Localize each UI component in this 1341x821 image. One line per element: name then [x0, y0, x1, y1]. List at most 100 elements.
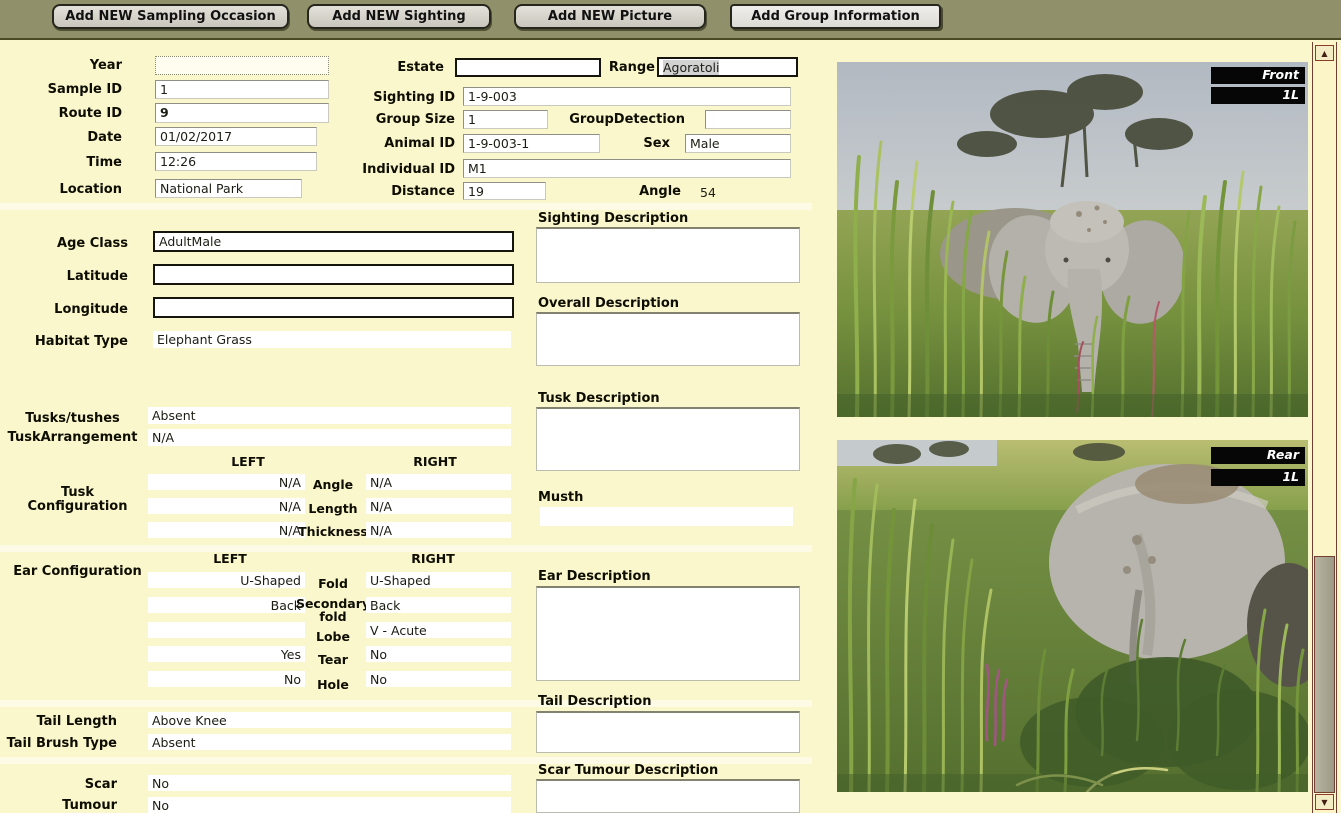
sighting-id-field[interactable]: 1-9-003 [463, 87, 791, 106]
group-detection-field[interactable] [705, 110, 791, 129]
year-field[interactable] [155, 56, 329, 75]
tusk-arrangement-label: TuskArrangement [0, 431, 145, 445]
ear-hole-label: Hole [302, 677, 364, 692]
musth-label: Musth [538, 491, 800, 505]
ear-right-header: RIGHT [403, 551, 463, 566]
latitude-field[interactable] [153, 264, 514, 285]
longitude-label: Longitude [20, 303, 128, 317]
ear-hole-left-field[interactable]: No [148, 671, 305, 687]
tusks-tushes-field[interactable]: Absent [148, 407, 511, 424]
scroll-down-button[interactable]: ▼ [1315, 794, 1334, 810]
range-field[interactable]: Agoratoli [657, 57, 798, 77]
tusk-length-label: Length [302, 501, 364, 516]
tusk-thickness-left-field[interactable]: N/A [148, 522, 305, 538]
sex-label: Sex [600, 137, 670, 151]
musth-field[interactable] [540, 507, 793, 526]
animal-id-field[interactable]: 1-9-003-1 [463, 134, 600, 153]
tail-brush-type-label: Tail Brush Type [0, 737, 117, 751]
add-group-information-button[interactable]: Add Group Information [730, 4, 941, 29]
ear-lobe-label: Lobe [302, 629, 364, 644]
ear-fold-label: Fold [302, 576, 364, 591]
tusk-description-field[interactable] [536, 407, 800, 471]
bottom-strip [0, 813, 1341, 821]
ear-secondary-fold-right-field[interactable]: Back [366, 597, 511, 613]
ear-tear-right-field[interactable]: No [366, 646, 511, 662]
scroll-up-icon: ▲ [1321, 49, 1327, 58]
habitat-type-label: Habitat Type [20, 335, 128, 349]
scroll-thumb[interactable] [1314, 556, 1335, 793]
ear-lobe-right-field[interactable]: V - Acute [366, 622, 511, 638]
tumour-field[interactable]: No [148, 797, 511, 813]
sample-id-field[interactable]: 1 [155, 80, 329, 99]
group-detection-label: GroupDetection [560, 113, 685, 127]
tusk-arrangement-field[interactable]: N/A [148, 429, 511, 446]
route-id-field[interactable]: 9 [155, 103, 329, 123]
date-field[interactable]: 01/02/2017 [155, 127, 317, 146]
app-window: Add NEW Sampling Occasion Add NEW Sighti… [0, 0, 1341, 821]
tusk-thickness-right-field[interactable]: N/A [366, 522, 511, 538]
tail-description-field[interactable] [536, 711, 800, 753]
group-size-field[interactable]: 1 [463, 110, 548, 129]
age-class-field[interactable]: AdultMale [153, 231, 514, 252]
front-photo[interactable]: Front 1L [837, 62, 1308, 417]
tusk-length-left-field[interactable]: N/A [148, 498, 305, 514]
individual-id-label: Individual ID [330, 163, 455, 177]
longitude-field[interactable] [153, 297, 514, 318]
latitude-label: Latitude [20, 270, 128, 284]
range-selected-text: Agoratoli [663, 60, 719, 75]
individual-id-field[interactable]: M1 [463, 159, 791, 178]
tusk-length-right-field[interactable]: N/A [366, 498, 511, 514]
ear-fold-left-field[interactable]: U-Shaped [148, 572, 305, 588]
vertical-scrollbar[interactable]: ▲ ▼ [1312, 42, 1337, 813]
tail-length-field[interactable]: Above Knee [148, 712, 511, 728]
scar-label: Scar [0, 778, 117, 792]
ear-configuration-label: Ear Configuration [10, 565, 145, 579]
scar-tumour-description-field[interactable] [536, 779, 800, 813]
section-divider [0, 203, 812, 210]
distance-field[interactable]: 19 [463, 182, 546, 200]
ear-lobe-left-field[interactable] [148, 622, 305, 638]
ear-tear-left-field[interactable]: Yes [148, 646, 305, 662]
rear-photo[interactable]: Rear 1L [837, 440, 1308, 792]
angle-value[interactable]: 54 [700, 185, 716, 200]
add-sampling-occasion-button[interactable]: Add NEW Sampling Occasion [52, 4, 289, 29]
tail-brush-type-field[interactable]: Absent [148, 734, 511, 750]
tail-length-label: Tail Length [0, 715, 117, 729]
add-sighting-button[interactable]: Add NEW Sighting [307, 4, 491, 29]
tusk-thickness-label: Thickness [295, 524, 371, 539]
tusk-left-header: LEFT [218, 454, 278, 469]
scar-field[interactable]: No [148, 775, 511, 791]
location-label: Location [20, 183, 122, 197]
tusk-right-header: RIGHT [405, 454, 465, 469]
sighting-description-field[interactable] [536, 227, 800, 283]
ear-fold-right-field[interactable]: U-Shaped [366, 572, 511, 588]
overall-description-field[interactable] [536, 312, 800, 366]
location-field[interactable]: National Park [155, 179, 302, 198]
tusk-angle-left-field[interactable]: N/A [148, 474, 305, 490]
photo-id-tag: 1L [1211, 87, 1305, 104]
distance-label: Distance [330, 185, 455, 199]
time-field[interactable]: 12:26 [155, 152, 317, 171]
scar-tumour-description-label: Scar Tumour Description [538, 764, 800, 778]
photo-view-tag: Front [1211, 67, 1305, 84]
sighting-description-label: Sighting Description [538, 212, 800, 226]
sample-id-label: Sample ID [20, 83, 122, 97]
photo-id-tag: 1L [1211, 469, 1305, 486]
ear-description-label: Ear Description [538, 570, 800, 584]
time-label: Time [20, 156, 122, 170]
ear-secondary-fold-left-field[interactable]: Back [148, 597, 305, 613]
scroll-down-icon: ▼ [1321, 798, 1327, 807]
add-picture-button[interactable]: Add NEW Picture [514, 4, 706, 29]
range-label: Range [560, 61, 655, 75]
group-size-label: Group Size [330, 113, 455, 127]
route-id-label: Route ID [20, 107, 122, 121]
habitat-type-field[interactable]: Elephant Grass [153, 331, 511, 348]
sex-field[interactable]: Male [685, 134, 791, 153]
animal-id-label: Animal ID [330, 137, 455, 151]
ear-description-field[interactable] [536, 586, 800, 681]
sighting-id-label: Sighting ID [330, 91, 455, 105]
ear-hole-right-field[interactable]: No [366, 671, 511, 687]
scroll-up-button[interactable]: ▲ [1315, 45, 1334, 61]
tusk-angle-right-field[interactable]: N/A [366, 474, 511, 490]
year-label: Year [20, 59, 122, 73]
